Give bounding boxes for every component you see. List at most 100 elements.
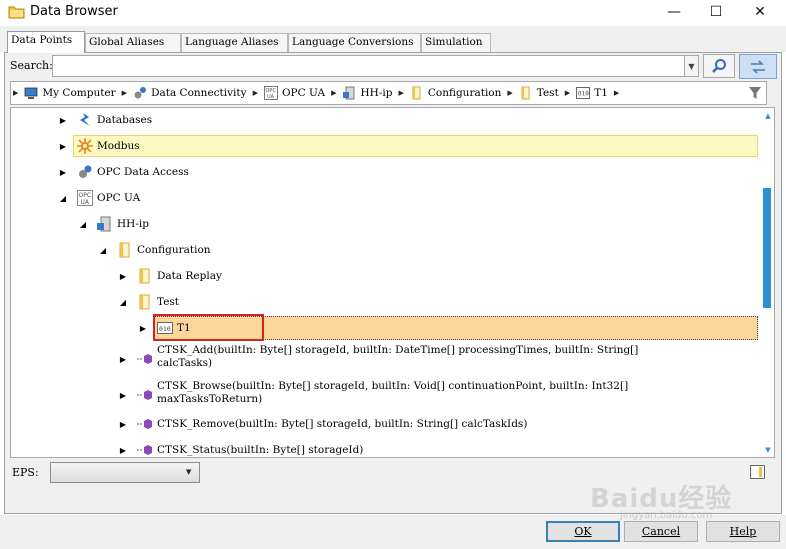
breadcrumb-item-opc-ua[interactable]: OPC UA OPC UA [263, 86, 325, 100]
tree-item-label: T1 [177, 322, 191, 334]
toggle-panel-button[interactable] [750, 465, 765, 479]
expand-icon[interactable]: ▶ [117, 353, 129, 365]
breadcrumb-items: ▶ My Computer ▶ Data Connectivity ▶ OPC U… [13, 81, 625, 105]
breadcrumb-item-data-connectivity[interactable]: Data Connectivity [133, 86, 247, 100]
collapse-icon[interactable]: ◢ [77, 218, 89, 230]
method-signature-line1: CTSK_Add(builtIn: Byte[] storageId, buil… [157, 344, 639, 356]
search-history-dropdown[interactable]: ▼ [684, 55, 699, 77]
eps-select[interactable] [50, 462, 200, 483]
folder-icon [412, 86, 421, 100]
svg-text:UA: UA [81, 199, 90, 206]
cancel-button[interactable]: Cancel [624, 521, 698, 542]
expand-icon[interactable]: ▶ [57, 166, 69, 178]
watermark-url: jingyan.baidu.com [620, 510, 713, 521]
tab-language-conversions[interactable]: Language Conversions [288, 33, 421, 52]
tree-item-label: CTSK_Status(builtIn: Byte[] storageId) [157, 444, 364, 456]
tree-item-label: Test [157, 296, 180, 308]
breadcrumb-item-configuration[interactable]: Configuration [410, 86, 501, 100]
object-icon: 010 [576, 87, 591, 99]
scroll-down-icon[interactable]: ▼ [763, 446, 773, 454]
breadcrumb-item-my-computer[interactable]: My Computer [24, 86, 116, 100]
filter-button[interactable] [744, 84, 766, 102]
tab-simulation[interactable]: Simulation [421, 33, 491, 52]
opc-ua-icon: OPCUA [263, 86, 278, 100]
expand-icon[interactable]: ▶ [117, 270, 129, 282]
expand-icon[interactable]: ▶ [57, 140, 69, 152]
tree-item-ctsk-browse[interactable]: ▶ CTSK_Browse(builtIn: Byte[] storageId,… [117, 380, 628, 412]
tree-item-test[interactable]: ◢ Test [117, 292, 179, 312]
chevron-right-icon: ▶ [507, 89, 513, 97]
tree-item-label: Modbus [97, 140, 140, 152]
tree-item-ctsk-remove[interactable]: ▶ CTSK_Remove(builtIn: Byte[] storageId,… [117, 414, 528, 434]
tree-item-configuration[interactable]: ◢ Configuration [97, 240, 211, 260]
scroll-up-icon[interactable]: ▲ [763, 112, 773, 120]
gears-icon [134, 87, 147, 99]
close-button[interactable]: ✕ [740, 0, 780, 24]
expand-icon[interactable]: ▶ [57, 114, 69, 126]
tree-item-label: Databases [97, 114, 153, 126]
search-input[interactable] [52, 55, 685, 77]
breadcrumb-item-test[interactable]: Test [519, 86, 559, 100]
folder-icon [139, 268, 150, 284]
help-button[interactable]: Help [706, 521, 780, 542]
breadcrumb-item-hh-ip[interactable]: HH-ip [342, 86, 392, 100]
breadcrumb-label: Data Connectivity [151, 87, 247, 99]
expand-icon[interactable]: ▶ [117, 418, 129, 430]
folder-icon [521, 86, 530, 100]
tab-global-aliases[interactable]: Global Aliases [85, 33, 181, 52]
server-icon [342, 86, 354, 100]
tab-data-points[interactable]: Data Points [7, 31, 85, 53]
method-icon [137, 445, 152, 455]
opc-ua-icon: OPCUA [77, 190, 93, 206]
tree-item-t1[interactable]: ▶ 010 T1 [137, 318, 191, 338]
tree-item-hh-ip[interactable]: ◢ HH-ip [77, 214, 149, 234]
tree-item-ctsk-add[interactable]: ▶ CTSK_Add(builtIn: Byte[] storageId, bu… [117, 344, 638, 376]
scrollbar-thumb[interactable] [763, 188, 771, 308]
svg-text:010: 010 [159, 325, 171, 333]
tree-item-ctsk-status[interactable]: ▶ CTSK_Status(builtIn: Byte[] storageId) [117, 440, 364, 457]
expand-icon[interactable]: ▶ [117, 444, 129, 456]
search-label: Search: [10, 59, 53, 72]
ok-button[interactable]: OK [546, 521, 620, 542]
tree-item-data-replay[interactable]: ▶ Data Replay [117, 266, 222, 286]
app-icon [8, 6, 25, 19]
tree-item-label: CTSK_Remove(builtIn: Byte[] storageId, b… [157, 418, 528, 430]
breadcrumb-item-t1[interactable]: 010 T1 [576, 86, 608, 100]
data-point-tree[interactable]: ▶ Databases ▶ Modbus ▶ OPC Data Access ◢… [10, 107, 775, 458]
method-icon [137, 354, 152, 364]
tree-item-opc-data-access[interactable]: ▶ OPC Data Access [57, 162, 189, 182]
expand-icon[interactable]: ▶ [137, 322, 149, 334]
collapse-icon[interactable]: ◢ [117, 296, 129, 308]
gears-icon [79, 165, 92, 178]
chevron-right-icon: ▶ [613, 89, 620, 97]
cancel-button-label: Cancel [641, 525, 681, 538]
help-button-label: Help [729, 525, 757, 538]
svg-text:010: 010 [578, 91, 589, 98]
breadcrumb-label: T1 [594, 87, 608, 99]
collapse-icon[interactable]: ◢ [57, 192, 69, 204]
chevron-down-icon: ▼ [186, 468, 192, 476]
method-signature-line2: maxTasksToReturn) [157, 393, 263, 405]
server-icon [97, 216, 111, 232]
chevron-right-icon: ▶ [331, 89, 337, 97]
modbus-icon [77, 138, 93, 154]
tree-item-databases[interactable]: ▶ Databases [57, 110, 152, 130]
breadcrumb-label: Test [536, 87, 559, 99]
tree-item-label: OPC Data Access [97, 166, 189, 178]
chevron-right-icon: ▶ [252, 89, 258, 97]
tab-language-aliases[interactable]: Language Aliases [181, 33, 288, 52]
minimize-button[interactable]: — [654, 0, 694, 24]
tree-item-modbus[interactable]: ▶ Modbus [57, 136, 140, 156]
tree-item-opc-ua[interactable]: ◢ OPC UA OPC UA [57, 188, 140, 208]
folder-icon [139, 294, 150, 310]
expand-icon[interactable]: ▶ [117, 389, 129, 401]
object-icon: 010 [157, 322, 173, 334]
toggle-search-mode-button[interactable] [739, 54, 777, 79]
collapse-icon[interactable]: ◢ [97, 244, 109, 256]
tree-item-label: OPC UA [97, 192, 141, 204]
search-button[interactable] [703, 54, 735, 78]
swap-arrows-icon [751, 59, 765, 74]
computer-icon [24, 87, 38, 99]
chevron-right-icon: ▶ [398, 89, 404, 97]
maximize-button[interactable]: ☐ [696, 0, 736, 24]
